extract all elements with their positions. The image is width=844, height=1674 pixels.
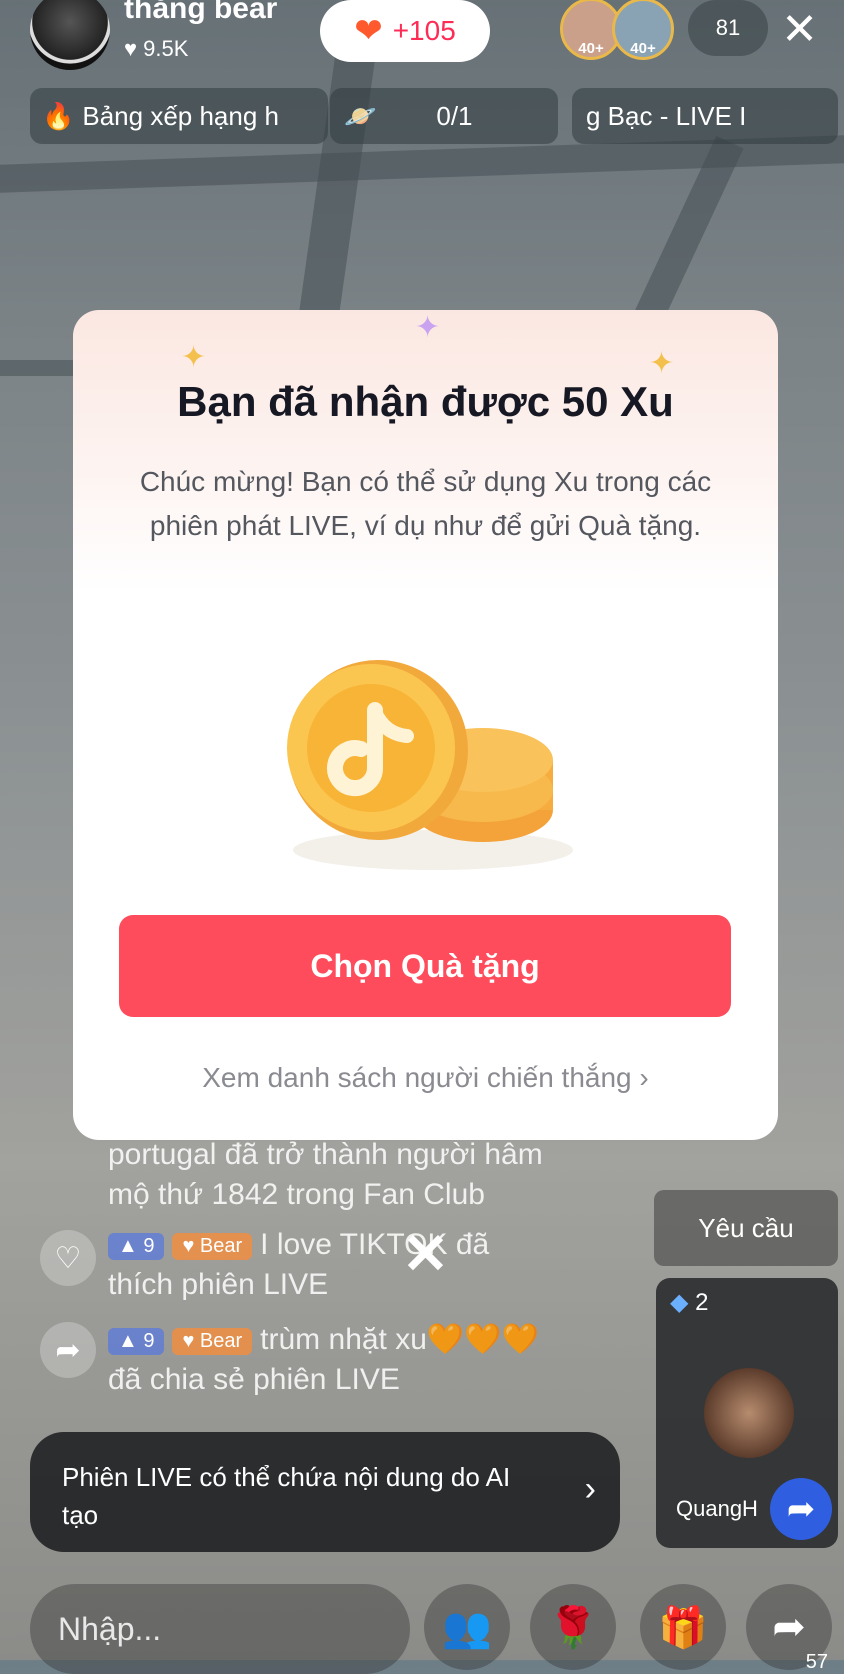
ranking-label: Bảng xếp hạng h: [82, 100, 279, 131]
host-likes: ♥ 9.5K: [124, 36, 189, 61]
dialog-title: Bạn đã nhận được 50 Xu: [177, 378, 674, 425]
chat-message: ▲ 9 ♥ Bear trùm nhặt xu🧡🧡🧡 đã chia sẻ phiê…: [108, 1322, 539, 1397]
forward-icon[interactable]: ➦: [770, 1478, 832, 1540]
chevron-right-icon: ›: [639, 1062, 649, 1093]
sparkle-icon: ✦: [649, 347, 675, 380]
guest-name: QuangH: [676, 1496, 758, 1521]
heart-icon: ❤: [354, 12, 383, 50]
request-button[interactable]: Yêu cầu: [654, 1190, 838, 1266]
ai-content-notice[interactable]: Phiên LIVE có thể chứa nội dung do AI tạ…: [30, 1432, 620, 1552]
like-heart-icon[interactable]: ♡: [40, 1230, 96, 1286]
winners-list-link[interactable]: Xem danh sách người chiến thắng ›: [73, 1062, 778, 1094]
level-badge: ▲ 9: [108, 1232, 165, 1260]
chat-text: đã: [455, 1228, 490, 1261]
guest-avatar[interactable]: [704, 1368, 794, 1458]
follow-label: +105: [392, 15, 456, 46]
viewer-badge: 40+: [630, 40, 656, 57]
choose-gift-button[interactable]: Chọn Quà tặng: [119, 915, 731, 1017]
host-avatar[interactable]: [30, 0, 110, 70]
event-chip[interactable]: g Bạc - LIVE I: [572, 88, 838, 144]
fan-badge: ♥ Bear: [172, 1232, 253, 1260]
goal-label: 0/1: [436, 100, 473, 131]
close-dialog-icon[interactable]: ✕: [402, 1226, 449, 1282]
follow-button[interactable]: ❤ +105: [320, 0, 490, 62]
host-info[interactable]: thắng bear ♥ 9.5K: [30, 0, 320, 78]
ai-notice-text: Phiên LIVE có thể chứa nội dung do AI tạ…: [62, 1462, 511, 1530]
gem-icon: ◆: [670, 1289, 689, 1316]
goal-chip[interactable]: 🪐 0/1: [330, 88, 558, 144]
comment-placeholder: Nhập...: [58, 1610, 162, 1647]
share-button[interactable]: ➦ 57: [746, 1584, 832, 1673]
fire-icon: 🔥: [42, 100, 75, 131]
dialog-description: Chúc mừng! Bạn có thể sử dụng Xu trong c…: [139, 466, 712, 541]
chevron-right-icon: ›: [584, 1470, 596, 1508]
winners-link-label: Xem danh sách người chiến thắng: [202, 1062, 632, 1093]
viewer-badge: 40+: [578, 40, 604, 57]
guest-number: ◆ 2: [670, 1289, 709, 1316]
chat-text: đã chia sẻ phiên LIVE: [108, 1363, 400, 1396]
viewer-avatars[interactable]: 40+ 40+ 81: [560, 0, 768, 60]
fan-badge: ♥ Bear: [172, 1327, 253, 1355]
close-icon[interactable]: ✕: [781, 8, 818, 52]
viewer-count[interactable]: 81: [688, 0, 768, 56]
rose-icon[interactable]: 🌹: [530, 1584, 616, 1670]
chat-text: portugal đã trở thành người hâm: [108, 1138, 543, 1171]
level-badge: ▲ 9: [108, 1327, 165, 1355]
planet-icon: 🪐: [344, 100, 377, 131]
share-count: 57: [805, 1651, 828, 1673]
viewer-avatar[interactable]: 40+: [612, 0, 674, 60]
event-label: g Bạc - LIVE I: [586, 100, 747, 131]
gift-icon[interactable]: 🎁: [640, 1584, 726, 1670]
ranking-chip[interactable]: 🔥 Bảng xếp hạng h: [30, 88, 328, 144]
multi-guest-icon[interactable]: 👥: [424, 1584, 510, 1670]
share-icon: ➦: [772, 1605, 806, 1649]
coins-received-dialog: ✦ ✦ ✦ Bạn đã nhận được 50 Xu Chúc mừng! …: [73, 310, 778, 1140]
coins-illustration: [287, 660, 573, 870]
share-arrow-icon[interactable]: ➦: [40, 1322, 96, 1378]
host-name: thắng bear: [124, 0, 278, 25]
chat-text: mộ thứ 1842 trong Fan Club: [108, 1178, 485, 1211]
chat-message: portugal đã trở thành người hâm mộ thứ 1…: [108, 1138, 543, 1212]
sparkle-icon: ✦: [181, 341, 207, 374]
chat-username[interactable]: trùm nhặt xu🧡🧡🧡: [260, 1323, 539, 1356]
sparkle-icon: ✦: [415, 311, 441, 344]
comment-input[interactable]: Nhập...: [30, 1584, 410, 1674]
